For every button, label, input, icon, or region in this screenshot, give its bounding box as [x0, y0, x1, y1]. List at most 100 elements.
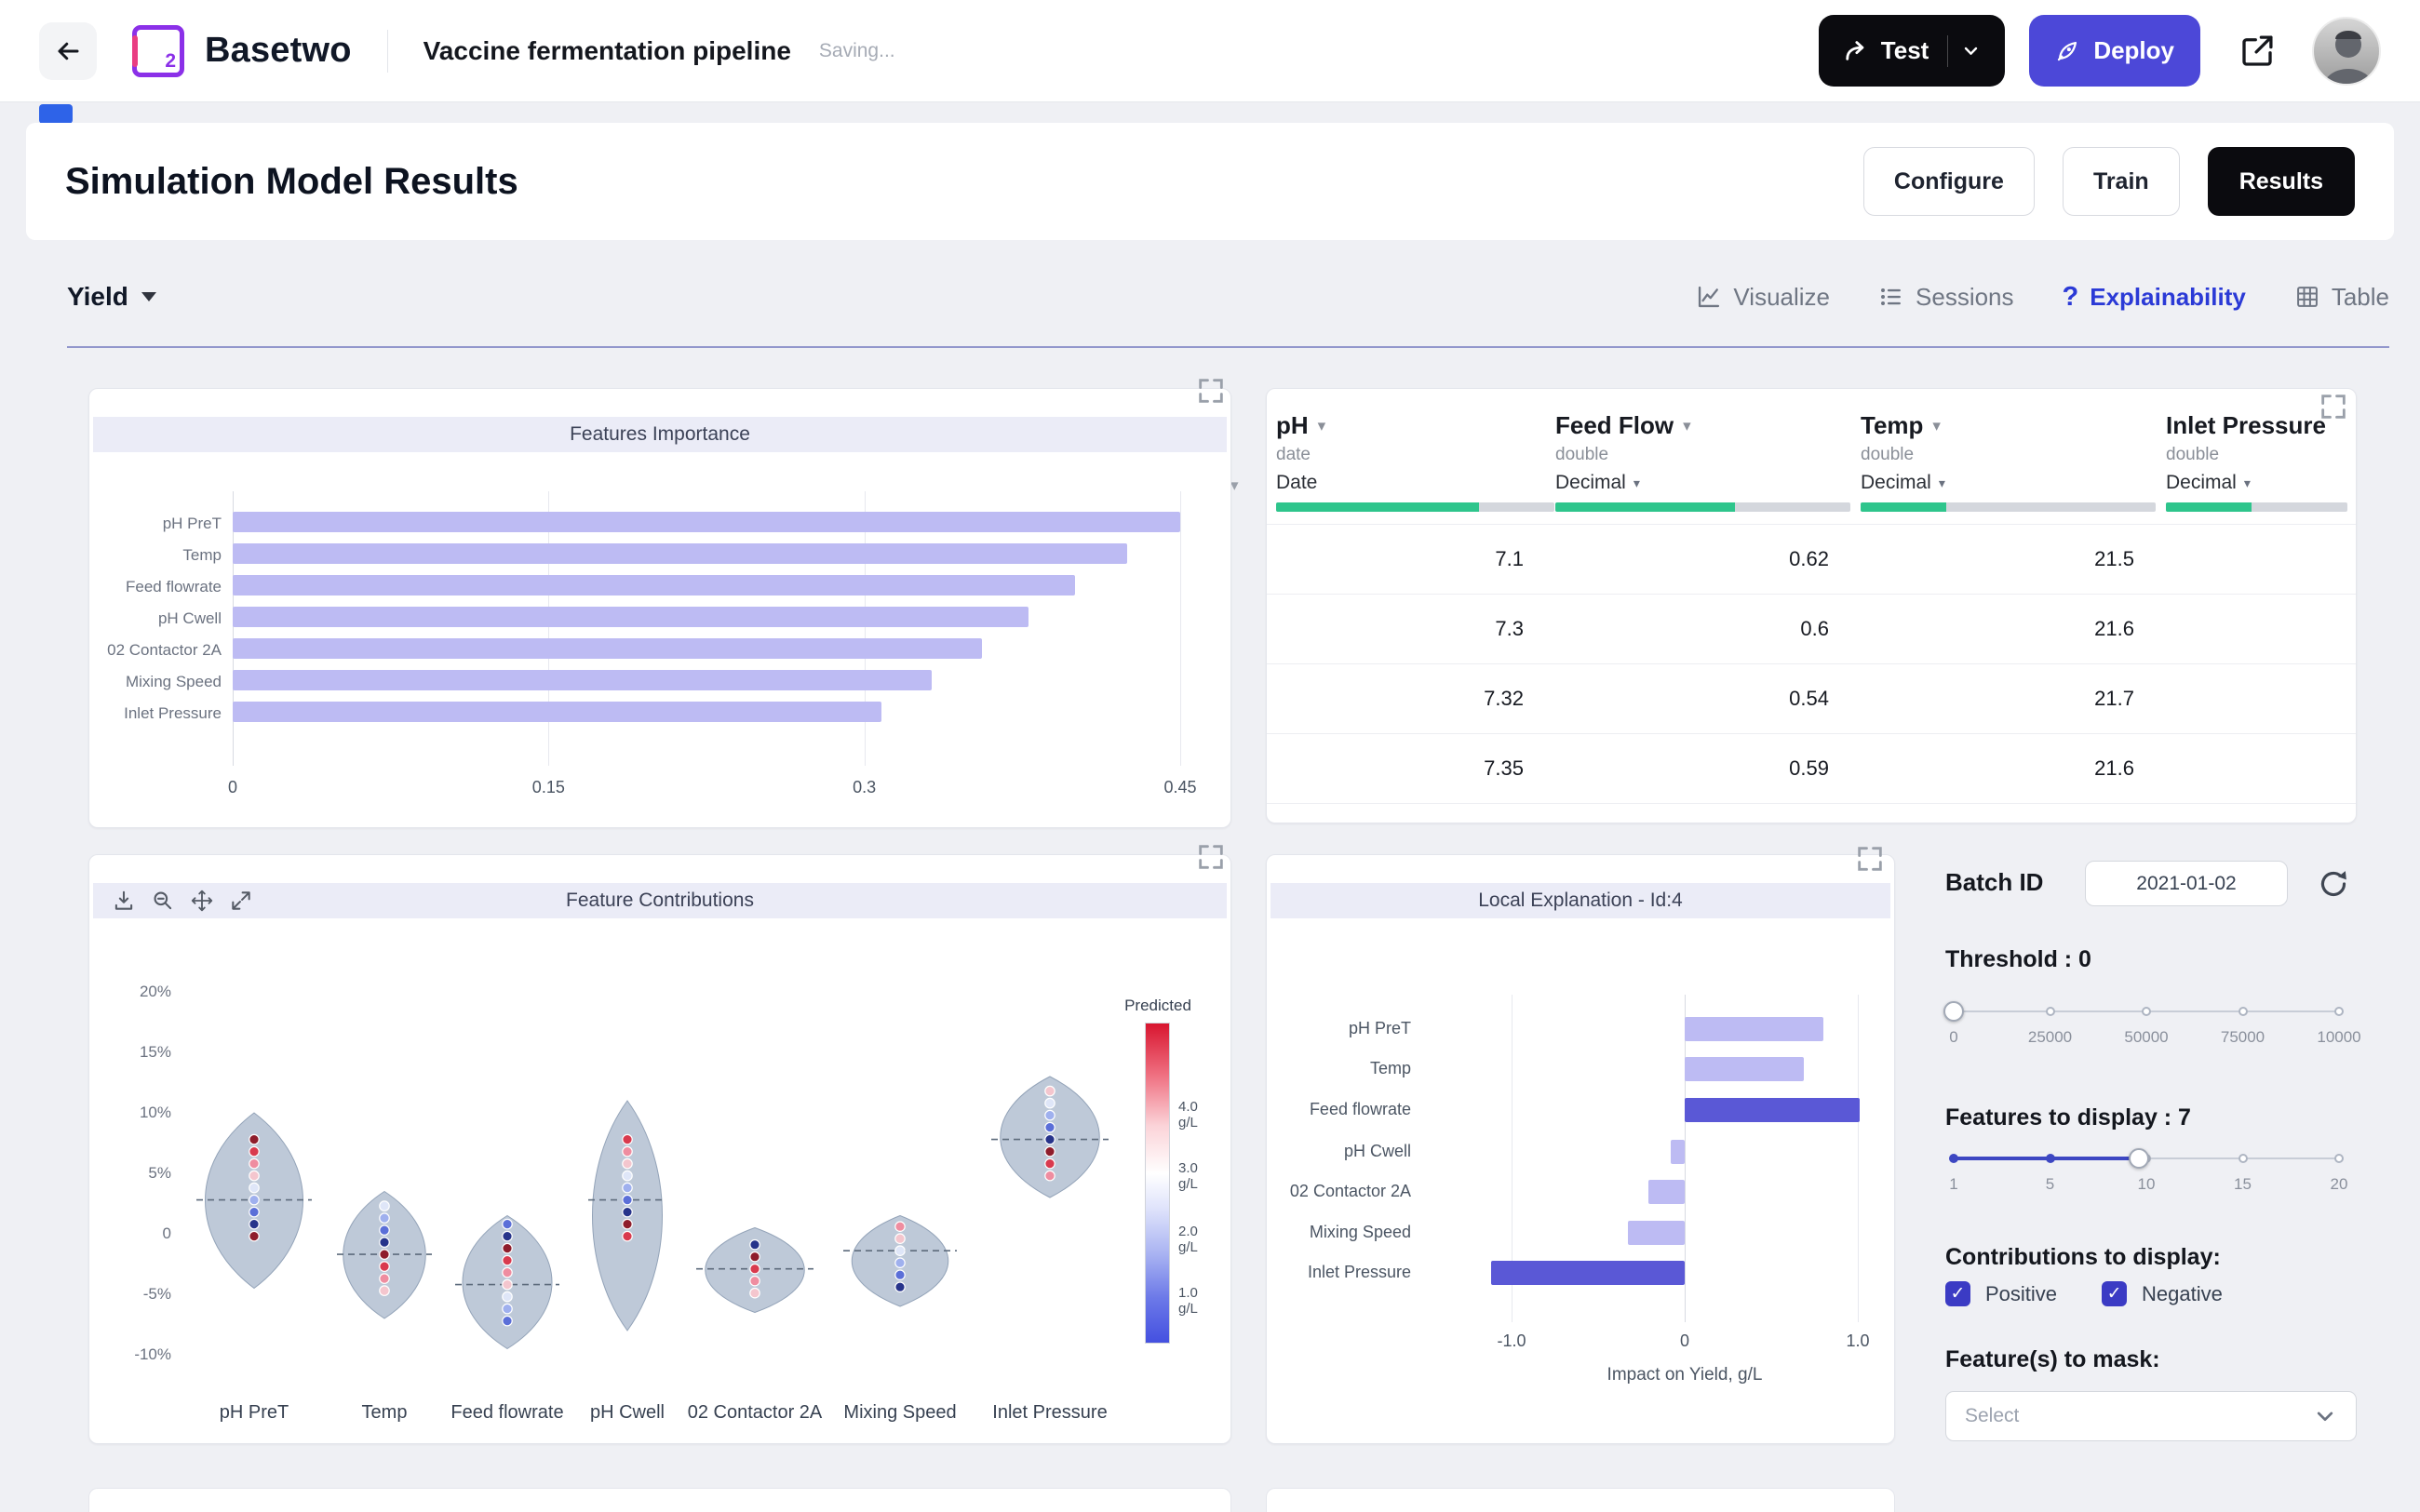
negative-checkbox[interactable]: ✓ — [2102, 1281, 2127, 1306]
violin-shape — [1001, 1077, 1100, 1198]
importance-bar — [233, 702, 881, 722]
sample-dot — [750, 1277, 760, 1286]
column-format-select[interactable]: Decimal▾ — [2166, 472, 2356, 494]
tab-sessions[interactable]: Sessions — [1878, 283, 2014, 312]
column-format-select[interactable]: Decimal▾ — [1861, 472, 2157, 494]
slider-tick-label: 15 — [2234, 1175, 2252, 1194]
configure-button[interactable]: Configure — [1863, 147, 2035, 216]
expand-icon[interactable] — [1195, 375, 1227, 407]
deploy-button[interactable]: Deploy — [2029, 15, 2200, 87]
column-name: pH — [1276, 411, 1309, 440]
back-button[interactable] — [39, 22, 97, 80]
sample-dot — [895, 1234, 905, 1243]
rocket-icon — [2055, 38, 2080, 63]
sample-dot — [623, 1231, 632, 1240]
threshold-slider[interactable]: 025000500007500010000 — [1954, 1002, 2339, 1050]
table-cell: 0.62 — [1546, 547, 1851, 571]
table-row[interactable]: 7.320.5421.7 — [1267, 664, 2356, 734]
format-label: Decimal — [1555, 472, 1626, 494]
column-header[interactable]: Temp▾doubleDecimal▾ — [1851, 389, 2157, 524]
sample-dot — [750, 1289, 760, 1298]
sample-dot — [249, 1219, 259, 1228]
refresh-button[interactable] — [2318, 868, 2349, 900]
column-format-select[interactable]: Decimal▾ — [1555, 472, 1851, 494]
grid-icon — [2294, 284, 2320, 310]
x-tick-label: -1.0 — [1497, 1331, 1526, 1351]
download-icon[interactable] — [112, 889, 136, 913]
pan-icon[interactable] — [190, 889, 214, 913]
slider-tick-label: 10000 — [2317, 1028, 2360, 1047]
column-header[interactable]: Feed Flow▾doubleDecimal▾ — [1546, 389, 1851, 524]
slider-handle[interactable] — [1943, 1001, 1964, 1022]
expand-icon[interactable] — [1195, 841, 1227, 873]
tab-explainability[interactable]: ? Explainability — [2063, 282, 2246, 313]
slider-mark — [2334, 1154, 2344, 1163]
train-button[interactable]: Train — [2063, 147, 2180, 216]
sample-dot — [249, 1134, 259, 1144]
slider-mark — [2238, 1154, 2248, 1163]
column-dtype: date — [1276, 445, 1546, 465]
slider-handle[interactable] — [2129, 1148, 2149, 1169]
y-tick-label: 15% — [89, 1043, 171, 1062]
back-arrow-icon — [54, 37, 82, 65]
expand-icon[interactable] — [2318, 391, 2349, 422]
table-row[interactable]: 7.350.5921.6 — [1267, 734, 2356, 804]
results-button[interactable]: Results — [2208, 147, 2355, 216]
sample-dot — [249, 1146, 259, 1156]
batch-id-input[interactable]: 2021-01-02 — [2085, 861, 2288, 906]
sample-dot — [1045, 1086, 1055, 1095]
table-cell: 21.6 — [1851, 756, 2157, 781]
zoom-out-icon[interactable] — [151, 889, 175, 913]
slider-tick-label: 5 — [2046, 1175, 2054, 1194]
target-selector-label: Yield — [67, 282, 128, 312]
positive-checkbox[interactable]: ✓ — [1945, 1281, 1970, 1306]
expand-diagonal-icon[interactable] — [229, 889, 253, 913]
sample-dot — [503, 1267, 512, 1277]
x-tick-label: 0 — [1680, 1331, 1689, 1351]
sample-dot — [503, 1304, 512, 1313]
plot-toolbar — [112, 889, 253, 913]
column-menu-icon[interactable]: ▾ — [1932, 417, 1941, 435]
feature-contributions-panel: Feature Contributions Predicted 20%15%10… — [88, 854, 1231, 1444]
impact-bar — [1685, 1098, 1860, 1122]
top-bar: 2 Basetwo Vaccine fermentation pipeline … — [0, 0, 2420, 102]
column-name: Inlet Pressure — [2166, 411, 2326, 440]
sample-dot — [750, 1240, 760, 1250]
distribution-fill — [1861, 502, 1946, 512]
tab-visualize[interactable]: Visualize — [1696, 283, 1830, 312]
column-header[interactable]: pH ▾ date Date — [1267, 389, 1546, 524]
sample-dot — [380, 1262, 389, 1271]
target-selector[interactable]: Yield — [67, 282, 156, 312]
user-avatar[interactable] — [2312, 17, 2381, 86]
violin-shape — [206, 1113, 303, 1289]
column-menu-icon[interactable]: ▾ — [1318, 417, 1326, 435]
table-header-row: pH▾dateDateFeed Flow▾doubleDecimal▾Temp▾… — [1267, 389, 2356, 525]
sample-dot — [503, 1291, 512, 1301]
y-tick-label: 10% — [89, 1104, 171, 1122]
table-row[interactable]: 7.10.6221.5 — [1267, 525, 2356, 595]
column-collapse-chevron[interactable]: ▾ — [1230, 476, 1239, 495]
tab-table[interactable]: Table — [2294, 283, 2389, 312]
gridline — [1180, 491, 1181, 766]
slider-tick-label: 25000 — [2028, 1028, 2072, 1047]
violin-shape — [852, 1216, 948, 1307]
share-button[interactable] — [2238, 32, 2277, 71]
expand-icon[interactable] — [1854, 843, 1886, 875]
deploy-label: Deploy — [2093, 36, 2174, 65]
table-cell: 21.6 — [1851, 617, 2157, 641]
category-label: Feed flowrate — [1267, 1100, 1411, 1119]
category-label: pH PreT — [89, 515, 222, 533]
column-format-select[interactable]: Date — [1276, 472, 1546, 494]
chevron-down-icon — [2313, 1404, 2337, 1428]
column-distribution — [1861, 502, 2156, 512]
app-root: 2 Basetwo Vaccine fermentation pipeline … — [0, 0, 2420, 1512]
sample-dot — [503, 1279, 512, 1289]
features-display-slider[interactable]: 15101520 — [1954, 1149, 2339, 1198]
sample-dot — [895, 1282, 905, 1291]
test-button[interactable]: Test — [1819, 15, 2006, 87]
mask-select[interactable]: Select — [1945, 1391, 2357, 1441]
batch-id-label: Batch ID — [1945, 868, 2043, 897]
table-row[interactable]: 7.30.621.6 — [1267, 595, 2356, 664]
y-tick-label: 20% — [89, 983, 171, 1001]
column-menu-icon[interactable]: ▾ — [1683, 417, 1691, 435]
